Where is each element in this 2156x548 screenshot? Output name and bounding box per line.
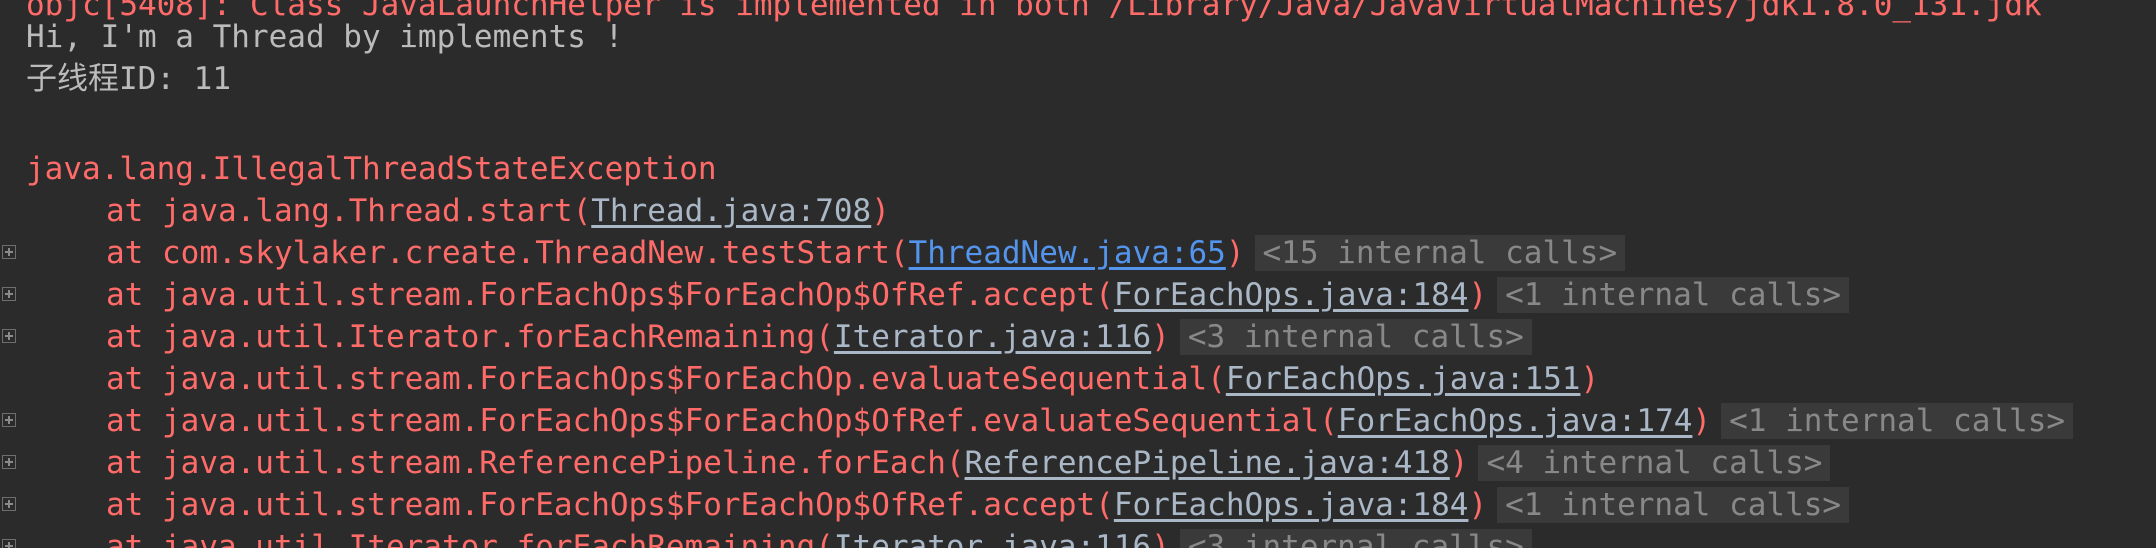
- source-link[interactable]: ForEachOps.java:184: [1114, 277, 1469, 313]
- stack-frame-suffix: ): [1151, 319, 1170, 355]
- thread-id-text: 子线程ID: 11: [26, 61, 231, 97]
- internal-calls-toggle[interactable]: <1 internal calls>: [1497, 487, 1850, 523]
- stack-frame-text: at java.lang.Thread.start(Thread.java:70…: [26, 190, 890, 232]
- stack-frame-line: at java.util.stream.ForEachOps$ForEachOp…: [0, 274, 1850, 316]
- source-link[interactable]: ReferencePipeline.java:418: [965, 445, 1450, 481]
- stack-frame-line: at java.util.Iterator.forEachRemaining(I…: [0, 526, 1532, 548]
- source-link[interactable]: ThreadNew.java:65: [909, 235, 1226, 271]
- expand-plus-icon[interactable]: [2, 455, 16, 469]
- stack-frame-line: at java.util.stream.ForEachOps$ForEachOp…: [0, 484, 1850, 526]
- stack-frame-suffix: ): [1449, 445, 1469, 481]
- stack-frame-line: at java.lang.Thread.start(Thread.java:70…: [0, 190, 890, 232]
- thread-message-text: Hi, I'm a Thread by implements !: [26, 19, 624, 55]
- internal-calls-toggle[interactable]: <1 internal calls>: [1497, 277, 1850, 313]
- source-link[interactable]: Thread.java:708: [591, 193, 871, 229]
- stack-frame-text: at java.util.stream.ForEachOps$ForEachOp…: [26, 484, 1850, 526]
- stack-frame-text: at java.util.Iterator.forEachRemaining(I…: [26, 316, 1532, 358]
- expand-plus-icon[interactable]: [2, 245, 16, 259]
- expand-plus-icon[interactable]: [2, 497, 16, 511]
- internal-calls-toggle[interactable]: <3 internal calls>: [1179, 319, 1532, 355]
- stack-frame-suffix: ): [1580, 361, 1600, 397]
- internal-calls-toggle[interactable]: <4 internal calls>: [1478, 445, 1831, 481]
- source-link[interactable]: ForEachOps.java:151: [1226, 361, 1581, 397]
- source-link[interactable]: Iterator.java:116: [834, 529, 1151, 548]
- stack-frame-prefix: at java.util.stream.ForEachOps$ForEachOp…: [106, 487, 1114, 523]
- stack-frame-text: at java.util.stream.ForEachOps$ForEachOp…: [26, 274, 1850, 316]
- expand-plus-icon[interactable]: [2, 539, 16, 548]
- stack-frame-prefix: at java.lang.Thread.start(: [106, 193, 592, 229]
- stack-frame-text: at com.skylaker.create.ThreadNew.testSta…: [26, 232, 1626, 274]
- stack-frame-prefix: at java.util.Iterator.forEachRemaining(: [106, 529, 834, 548]
- stack-frame-prefix: at java.util.stream.ReferencePipeline.fo…: [106, 445, 965, 481]
- stack-frame-prefix: at java.util.stream.ForEachOps$ForEachOp…: [106, 403, 1338, 439]
- exception-name-text: java.lang.IllegalThreadStateException: [26, 151, 717, 187]
- expand-plus-icon[interactable]: [2, 413, 16, 427]
- expand-plus-icon[interactable]: [2, 329, 16, 343]
- stack-frame-prefix: at java.util.stream.ForEachOps$ForEachOp…: [106, 277, 1114, 313]
- stack-frame-text: at java.util.stream.ForEachOps$ForEachOp…: [26, 400, 2074, 442]
- internal-calls-toggle[interactable]: <1 internal calls>: [1721, 403, 2074, 439]
- stack-frame-text: at java.util.stream.ReferencePipeline.fo…: [26, 442, 1831, 484]
- stack-frame-line: at java.util.Iterator.forEachRemaining(I…: [0, 316, 1532, 358]
- expand-plus-icon[interactable]: [2, 287, 16, 301]
- stack-frame-line: at java.util.stream.ForEachOps$ForEachOp…: [0, 400, 2074, 442]
- stack-frame-suffix: ): [1468, 487, 1488, 523]
- stack-frame-suffix: ): [1468, 277, 1488, 313]
- stack-frame-suffix: ): [1225, 235, 1245, 271]
- stack-frame-suffix: ): [1151, 529, 1170, 548]
- stack-frame-suffix: ): [871, 193, 890, 229]
- source-link[interactable]: Iterator.java:116: [834, 319, 1151, 355]
- stack-frame-prefix: at java.util.stream.ForEachOps$ForEachOp…: [106, 361, 1226, 397]
- stack-frame-prefix: at java.util.Iterator.forEachRemaining(: [106, 319, 834, 355]
- source-link[interactable]: ForEachOps.java:174: [1338, 403, 1693, 439]
- console-line-thread-id: 子线程ID: 11: [0, 58, 231, 100]
- internal-calls-toggle[interactable]: <3 internal calls>: [1179, 529, 1532, 548]
- stack-frame-text: at java.util.Iterator.forEachRemaining(I…: [26, 526, 1532, 548]
- stack-frame-prefix: at com.skylaker.create.ThreadNew.testSta…: [106, 235, 909, 271]
- stack-frame-line: at java.util.stream.ReferencePipeline.fo…: [0, 442, 1831, 484]
- console-line-hello: Hi, I'm a Thread by implements !: [0, 16, 623, 58]
- stack-frame-line: at com.skylaker.create.ThreadNew.testSta…: [0, 232, 1626, 274]
- internal-calls-toggle[interactable]: <15 internal calls>: [1254, 235, 1626, 271]
- stack-frame-text: at java.util.stream.ForEachOps$ForEachOp…: [26, 358, 1599, 400]
- stack-frame-line: at java.util.stream.ForEachOps$ForEachOp…: [0, 358, 1599, 400]
- console-line-exception: java.lang.IllegalThreadStateException: [0, 148, 717, 190]
- stack-frame-suffix: ): [1692, 403, 1712, 439]
- console-output: objc[5408]: Class JavaLaunchHelper is im…: [0, 0, 2156, 548]
- source-link[interactable]: ForEachOps.java:184: [1114, 487, 1469, 523]
